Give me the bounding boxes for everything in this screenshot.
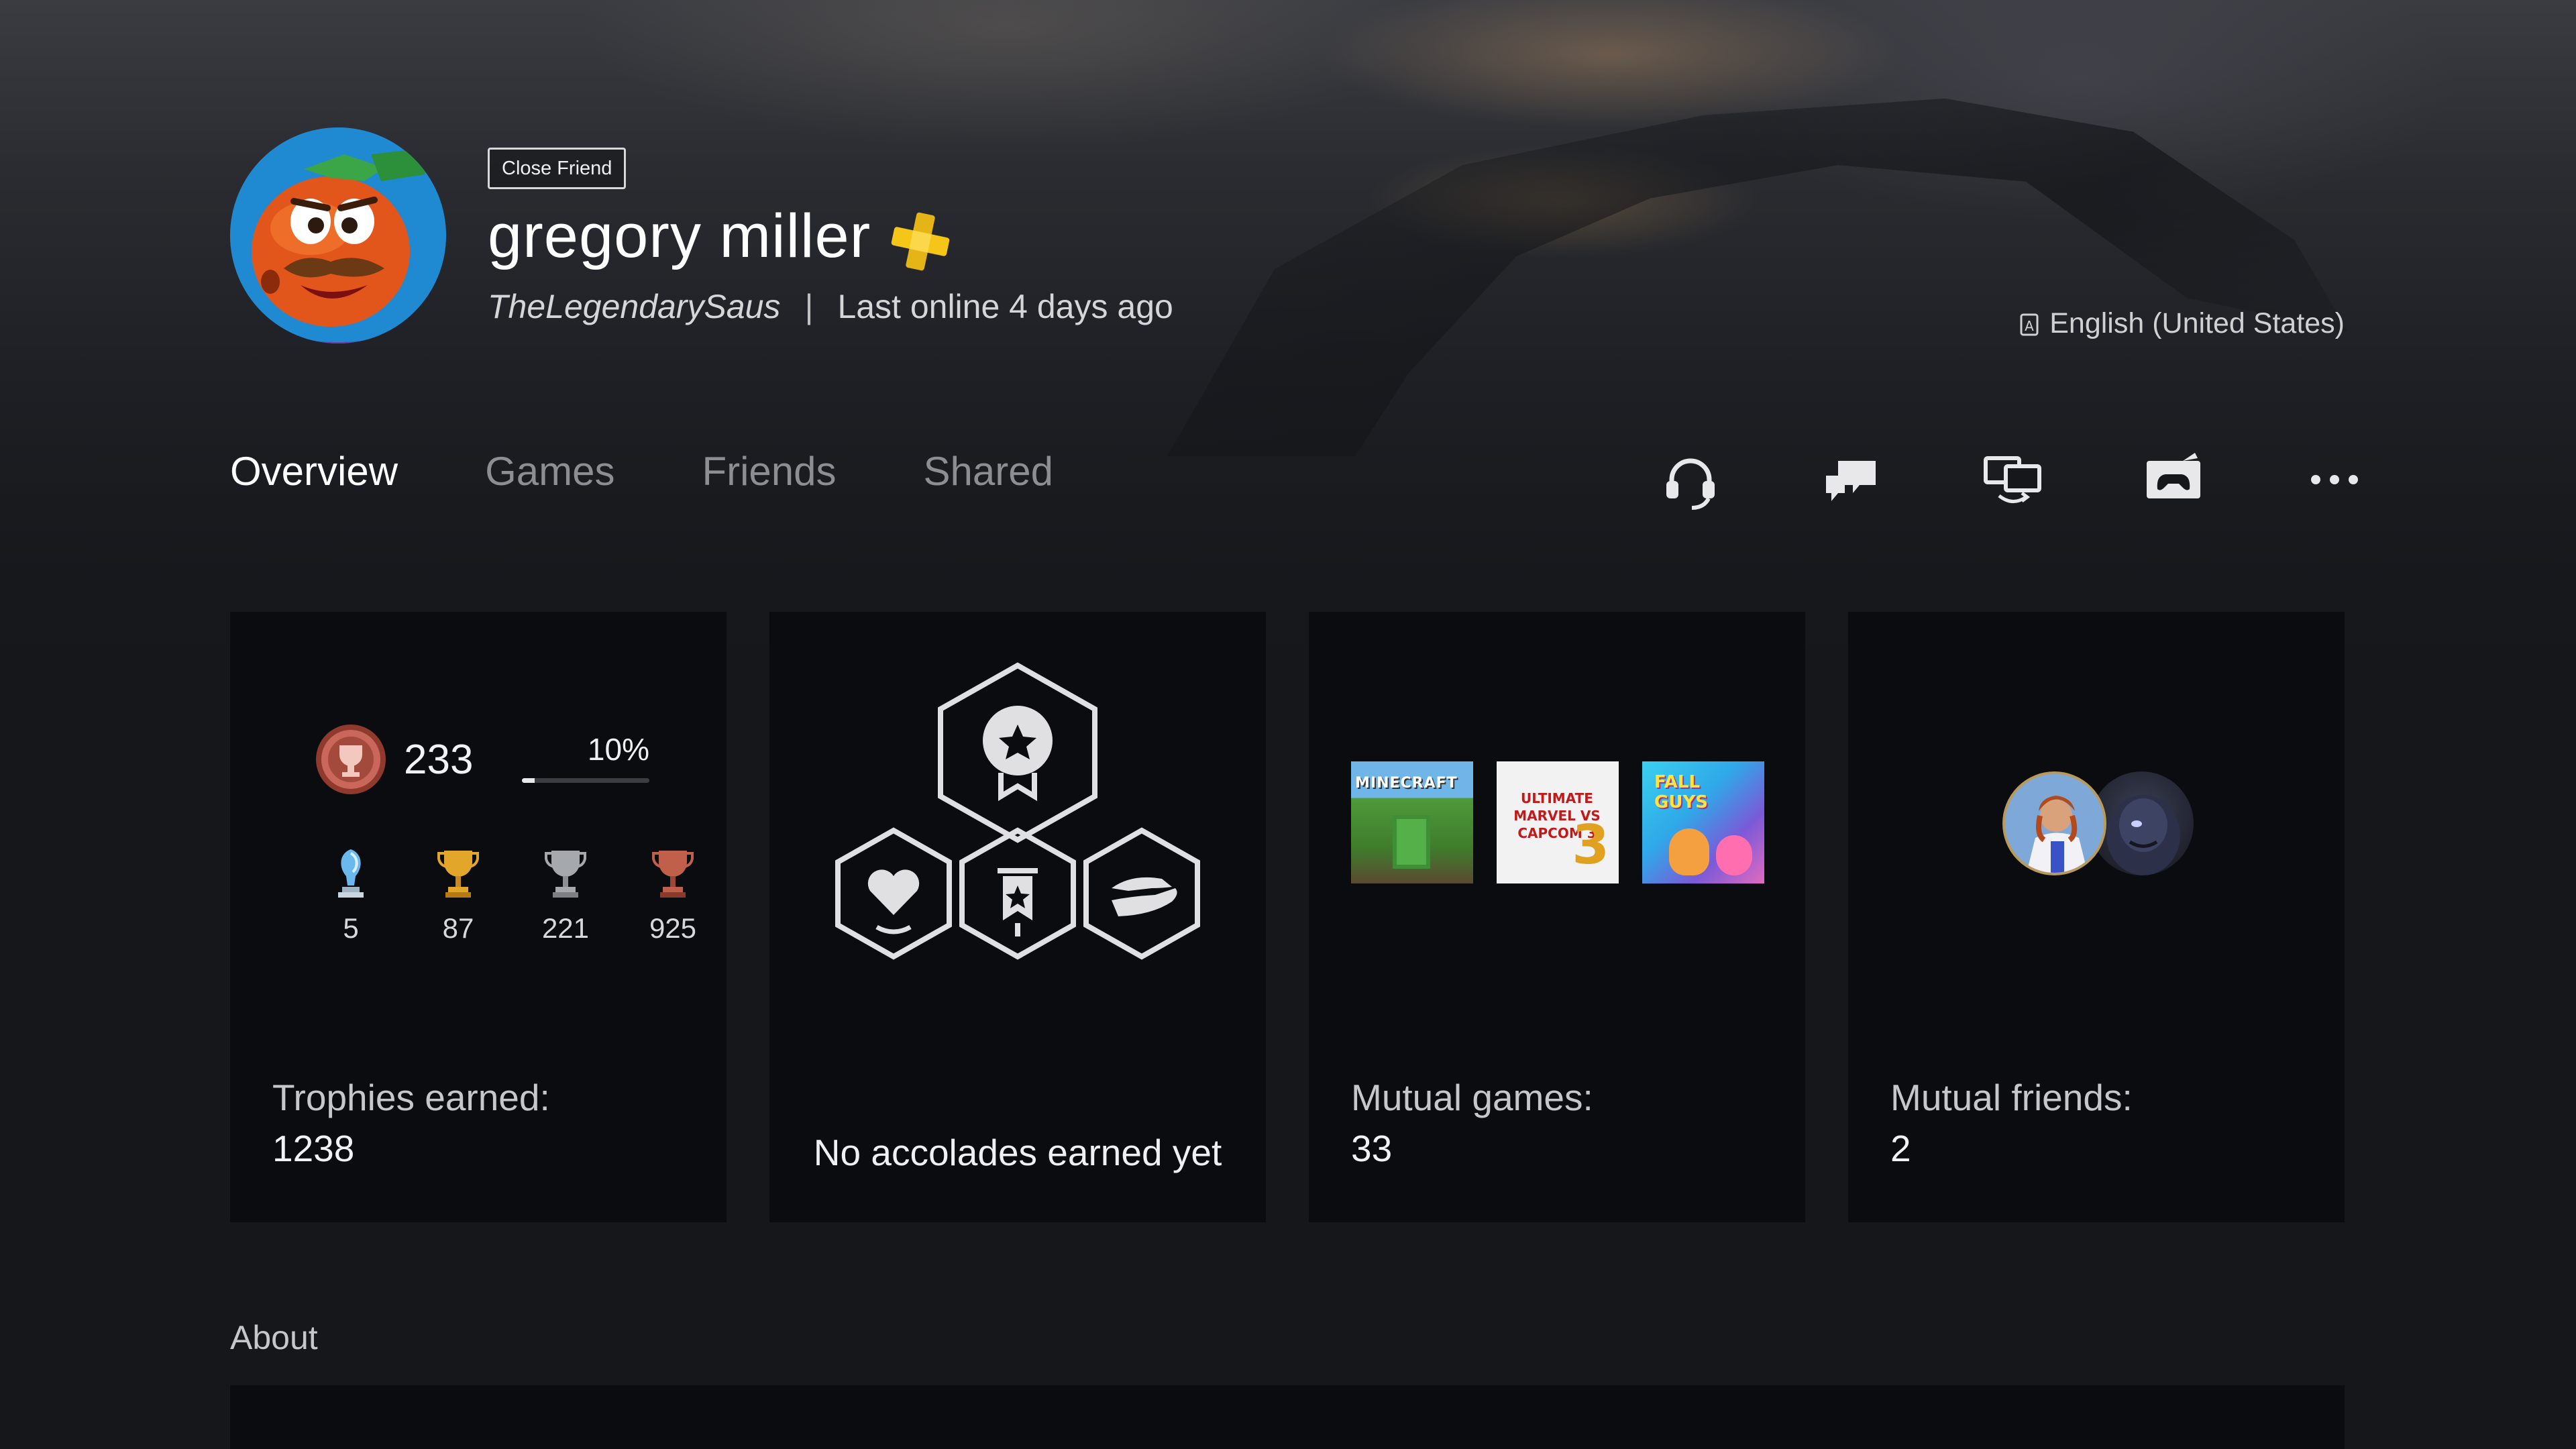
- hero-avatar-icon: [2005, 774, 2104, 873]
- about-panel: [230, 1385, 2345, 1449]
- svg-text:A: A: [2025, 318, 2034, 334]
- gold-trophy-icon: [437, 851, 479, 898]
- mutual-friends-card[interactable]: Mutual friends: 2: [1848, 612, 2345, 1222]
- playstation-plus-icon: [891, 212, 950, 271]
- trophy-level-progress: 10%: [522, 731, 649, 783]
- bronze-trophy-icon: [652, 851, 694, 898]
- platinum-trophy-count: 5: [297, 847, 405, 945]
- tab-games[interactable]: Games: [485, 448, 614, 494]
- number-three-logo: 3: [1572, 814, 1609, 876]
- message-icon: [1826, 461, 1876, 501]
- game-invite-icon: [2147, 453, 2200, 498]
- tab-overview[interactable]: Overview: [230, 448, 398, 494]
- trophies-summary: Trophies earned: 1238: [272, 1072, 550, 1174]
- separator: |: [804, 288, 814, 325]
- trophy-progress-percent: 10%: [587, 732, 649, 767]
- mutual-games-count: 33: [1351, 1128, 1393, 1169]
- fall-guy-character-2: [1716, 835, 1752, 875]
- silver-trophy-icon: [545, 851, 586, 898]
- mutual-friends-avatars: [2002, 771, 2204, 879]
- trophy-counts: 5 87 221 925: [297, 847, 727, 945]
- voice-chat-button[interactable]: [1610, 443, 1771, 517]
- creeper-figure: [1393, 815, 1430, 869]
- gold-count: 87: [442, 912, 474, 944]
- online-id: TheLegendarySaus: [488, 288, 781, 325]
- game-tile-minecraft: MINECRAFT: [1351, 761, 1473, 883]
- bronze-count: 925: [649, 912, 697, 944]
- headset-icon: [1666, 458, 1715, 510]
- more-options-button[interactable]: [2254, 443, 2415, 517]
- tab-shared[interactable]: Shared: [924, 448, 1053, 494]
- profile-avatar: [230, 127, 446, 343]
- friend-avatar-1: [2002, 771, 2106, 875]
- accolades-graphic: [835, 662, 1200, 960]
- tomato-character-avatar-icon: [230, 127, 446, 343]
- mutual-friends-label: Mutual friends:: [1890, 1077, 2133, 1118]
- trophy-progress-bar: [522, 778, 649, 783]
- trophy-level-icon: [316, 724, 386, 794]
- platinum-trophy-icon: [338, 849, 364, 898]
- profile-subline: TheLegendarySaus | Last online 4 days ag…: [488, 287, 1173, 326]
- trophies-earned-total: 1238: [272, 1128, 355, 1169]
- share-screen-button[interactable]: [1932, 443, 2093, 517]
- profile-tabs: Overview Games Friends Shared: [230, 448, 1053, 494]
- profile-actions: [1610, 443, 2415, 517]
- mutual-games-summary: Mutual games: 33: [1351, 1072, 1593, 1174]
- game-tile-marvel-capcom: ULTIMATE MARVEL VS CAPCOM 3 3: [1497, 761, 1619, 883]
- language-icon: A: [2020, 313, 2039, 335]
- accolades-card[interactable]: No accolades earned yet: [769, 612, 1266, 1222]
- platinum-count: 5: [343, 912, 359, 944]
- bronze-trophy-count: 925: [619, 847, 727, 945]
- game-title-fall-guys: FALL GUYS: [1654, 772, 1709, 812]
- trophy-level: 233: [314, 722, 473, 796]
- helping-hand-icon: [1083, 827, 1200, 960]
- accolades-label: No accolades earned yet: [813, 1132, 1222, 1173]
- mutual-friends-summary: Mutual friends: 2: [1890, 1072, 2133, 1174]
- more-options-icon: [2311, 475, 2358, 484]
- language-indicator: A English (United States): [2019, 307, 2345, 340]
- heart-icon: [835, 827, 952, 960]
- tab-friends[interactable]: Friends: [702, 448, 836, 494]
- trophy-progress-fill: [522, 778, 535, 783]
- fall-guy-character: [1669, 828, 1709, 875]
- about-section-title: About: [230, 1319, 318, 1356]
- trophy-level-value: 233: [404, 736, 474, 783]
- trophies-card[interactable]: 233 10% 5 87 221 925 Trophies earned: 12…: [230, 612, 727, 1222]
- mutual-games-label: Mutual games:: [1351, 1077, 1593, 1118]
- mutual-friends-count: 2: [1890, 1128, 1911, 1169]
- send-message-button[interactable]: [1771, 443, 1932, 517]
- language-label: English (United States): [2049, 307, 2345, 339]
- share-screen-icon: [1984, 456, 2041, 503]
- game-title-minecraft: MINECRAFT: [1355, 775, 1458, 792]
- banner-icon: [959, 827, 1076, 960]
- medal-star-icon: [938, 662, 1097, 843]
- gold-trophy-count: 87: [405, 847, 512, 945]
- profile-display-name: gregory miller: [488, 202, 871, 270]
- mutual-games-list: MINECRAFT ULTIMATE MARVEL VS CAPCOM 3 3 …: [1351, 761, 1764, 883]
- trophies-earned-label: Trophies earned:: [272, 1077, 550, 1118]
- last-online-status: Last online 4 days ago: [837, 288, 1173, 325]
- game-tile-fall-guys: FALL GUYS: [1642, 761, 1764, 883]
- mutual-games-card[interactable]: MINECRAFT ULTIMATE MARVEL VS CAPCOM 3 3 …: [1309, 612, 1805, 1222]
- silver-trophy-count: 221: [512, 847, 619, 945]
- silver-count: 221: [541, 912, 590, 944]
- invite-to-game-button[interactable]: [2093, 443, 2254, 517]
- close-friend-badge: Close Friend: [488, 148, 627, 189]
